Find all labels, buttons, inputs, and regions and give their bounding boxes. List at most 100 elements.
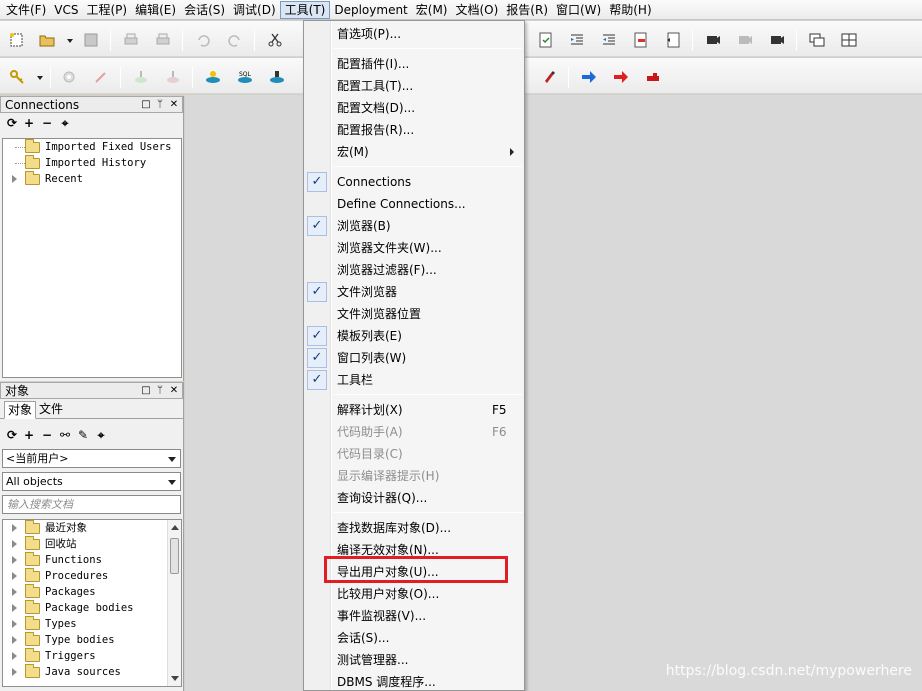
- db-connect-icon[interactable]: [202, 66, 224, 88]
- db-import-icon[interactable]: [130, 66, 152, 88]
- tools-menu-item[interactable]: 配置工具(T)...: [304, 75, 524, 97]
- tree-item[interactable]: Functions: [3, 552, 181, 568]
- open-folder-icon[interactable]: [36, 29, 58, 51]
- expand-icon[interactable]: [12, 524, 17, 532]
- tools-menu-item[interactable]: 首选项(P)...: [304, 23, 524, 45]
- close-icon[interactable]: ✕: [169, 97, 179, 113]
- db-export-icon[interactable]: [162, 66, 184, 88]
- tools-menu-item[interactable]: Define Connections...: [304, 193, 524, 215]
- tools-menu-item[interactable]: 会话(S)...: [304, 627, 524, 649]
- tools-menu-item[interactable]: 配置报告(R)...: [304, 119, 524, 141]
- filter-icon[interactable]: ⌖: [58, 116, 72, 131]
- film-icon[interactable]: [702, 29, 724, 51]
- print-preview-icon[interactable]: [152, 29, 174, 51]
- menu-1[interactable]: VCS: [50, 1, 82, 19]
- expand-icon[interactable]: [12, 668, 17, 676]
- tools-menu-item[interactable]: 配置插件(I)...: [304, 53, 524, 75]
- menu-10[interactable]: 报告(R): [502, 1, 552, 19]
- menu-11[interactable]: 窗口(W): [552, 1, 605, 19]
- wrench-icon[interactable]: ✎: [76, 428, 90, 442]
- restore-icon[interactable]: □: [141, 97, 151, 113]
- object-search-input[interactable]: 输入搜索文档: [2, 495, 181, 514]
- tools-menu-item[interactable]: ✓ Connections: [304, 171, 524, 193]
- close-icon[interactable]: ✕: [169, 383, 179, 399]
- print-icon[interactable]: [120, 29, 142, 51]
- tree-item[interactable]: Recent: [3, 171, 181, 187]
- add-icon[interactable]: +: [22, 116, 36, 130]
- expand-icon[interactable]: [12, 540, 17, 548]
- arrow-right-blue-icon[interactable]: [578, 66, 600, 88]
- add-icon[interactable]: +: [22, 428, 36, 442]
- tools-menu-item[interactable]: 文件浏览器位置: [304, 303, 524, 325]
- menu-12[interactable]: 帮助(H): [605, 1, 655, 19]
- redo-icon[interactable]: [224, 29, 246, 51]
- binoculars-icon[interactable]: ⚯: [58, 428, 72, 442]
- expand-icon[interactable]: [12, 588, 17, 596]
- restore-icon[interactable]: □: [141, 383, 151, 399]
- tools-menu-item[interactable]: ✓ 文件浏览器: [304, 281, 524, 303]
- expand-icon[interactable]: [12, 175, 17, 183]
- expand-icon[interactable]: [12, 556, 17, 564]
- tools-menu-item[interactable]: 解释计划(X) F5: [304, 399, 524, 421]
- tools-menu-item[interactable]: 显示编译器提示(H): [304, 465, 524, 487]
- tree-item[interactable]: Types: [3, 616, 181, 632]
- menu-9[interactable]: 文档(O): [451, 1, 502, 19]
- vertical-scrollbar[interactable]: [167, 520, 181, 686]
- film-stop-icon[interactable]: [766, 29, 788, 51]
- undo-icon[interactable]: [192, 29, 214, 51]
- tab-objects[interactable]: 对象: [4, 401, 37, 419]
- menu-6[interactable]: 工具(T): [279, 0, 331, 19]
- tab-files[interactable]: 文件: [36, 401, 66, 419]
- scroll-down-icon[interactable]: [171, 676, 179, 681]
- tools-menu-item[interactable]: 查找数据库对象(D)...: [304, 517, 524, 539]
- remove-icon[interactable]: −: [40, 116, 54, 130]
- gear-icon[interactable]: [58, 66, 80, 88]
- tile-icon[interactable]: [838, 29, 860, 51]
- remove-icon[interactable]: −: [40, 428, 54, 442]
- tools-menu-item[interactable]: ✓ 窗口列表(W): [304, 347, 524, 369]
- tools-menu-item[interactable]: 代码助手(A) F6: [304, 421, 524, 443]
- menu-8[interactable]: 宏(M): [412, 1, 452, 19]
- expand-icon[interactable]: [12, 572, 17, 580]
- film-disabled-icon[interactable]: [734, 29, 756, 51]
- tools-menu-item[interactable]: 浏览器文件夹(W)...: [304, 237, 524, 259]
- tree-item[interactable]: Type bodies: [3, 632, 181, 648]
- object-type-combo[interactable]: All objects: [2, 472, 181, 491]
- tree-item[interactable]: Procedures: [3, 568, 181, 584]
- tree-item[interactable]: Triggers: [3, 648, 181, 664]
- expand-icon[interactable]: [12, 652, 17, 660]
- menu-0[interactable]: 文件(F): [2, 1, 50, 19]
- tree-item[interactable]: Java sources: [3, 664, 181, 680]
- windows-icon[interactable]: [806, 29, 828, 51]
- refresh-icon[interactable]: ⟳: [5, 116, 19, 130]
- filter-icon[interactable]: ⌖: [94, 428, 108, 443]
- cut-icon[interactable]: [264, 29, 286, 51]
- menu-2[interactable]: 工程(P): [83, 1, 132, 19]
- key-icon[interactable]: [6, 66, 28, 88]
- tree-item[interactable]: Imported History: [3, 155, 181, 171]
- tools-menu-item[interactable]: ✓ 模板列表(E): [304, 325, 524, 347]
- tree-item[interactable]: Imported Fixed Users: [3, 139, 181, 155]
- scroll-thumb[interactable]: [170, 538, 179, 574]
- tools-menu-item[interactable]: ✓ 工具栏: [304, 369, 524, 391]
- tree-item[interactable]: Package bodies: [3, 600, 181, 616]
- scroll-up-icon[interactable]: [171, 525, 179, 530]
- menu-3[interactable]: 编辑(E): [131, 1, 180, 19]
- save-icon[interactable]: [80, 29, 102, 51]
- truck-icon[interactable]: [642, 66, 664, 88]
- tools-menu-item[interactable]: ✓ 浏览器(B): [304, 215, 524, 237]
- menu-4[interactable]: 会话(S): [180, 1, 229, 19]
- compile-icon[interactable]: [535, 29, 557, 51]
- arrow-right-red-icon[interactable]: [610, 66, 632, 88]
- sql-icon[interactable]: SQL: [234, 66, 256, 88]
- tools-menu-item[interactable]: 浏览器过滤器(F)...: [304, 259, 524, 281]
- paint-icon[interactable]: [538, 66, 560, 88]
- tools-menu-item[interactable]: 宏(M): [304, 141, 524, 163]
- tools-menu-item[interactable]: 比较用户对象(O)...: [304, 583, 524, 605]
- new-icon[interactable]: [6, 29, 28, 51]
- expand-icon[interactable]: [12, 636, 17, 644]
- tools-menu-item[interactable]: 测试管理器...: [304, 649, 524, 671]
- expand-icon[interactable]: [12, 604, 17, 612]
- comment-icon[interactable]: [630, 29, 652, 51]
- tools-menu-item[interactable]: 配置文档(D)...: [304, 97, 524, 119]
